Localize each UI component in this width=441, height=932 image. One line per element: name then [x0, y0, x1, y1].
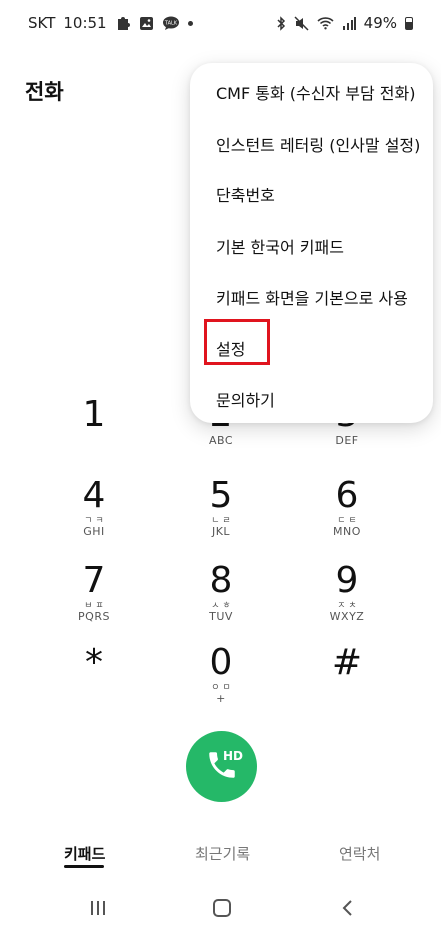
back-icon[interactable] — [338, 898, 358, 924]
puzzle-icon — [115, 15, 131, 31]
key-letters: MNO — [333, 525, 361, 538]
tab-recent[interactable]: 최근기록 — [195, 843, 250, 864]
status-left: SKT 10:51 TALK — [28, 14, 193, 32]
home-icon[interactable] — [212, 898, 232, 924]
nav-bar — [0, 890, 441, 932]
dial-key-7[interactable]: 7 ㅂ ㅍ PQRS — [34, 561, 154, 641]
recent-apps-icon[interactable] — [88, 898, 108, 924]
dial-key-4[interactable]: 4 ㄱ ㅋ GHI — [34, 476, 154, 556]
battery-icon — [405, 16, 413, 30]
bottom-tabs: 키패드 최근기록 연락처 — [0, 835, 441, 875]
dial-key-6[interactable]: 6 ㄷ ㅌ MNO — [287, 476, 407, 556]
dial-key-hash[interactable]: # — [287, 643, 407, 723]
talk-icon: TALK — [162, 16, 180, 31]
dial-key-9[interactable]: 9 ㅈ ㅊ WXYZ — [287, 561, 407, 641]
bluetooth-icon — [276, 15, 286, 31]
key-digit: 5 — [209, 475, 233, 516]
key-letters: + — [216, 692, 226, 705]
signal-icon — [342, 16, 356, 30]
menu-item-instant-lettering[interactable]: 인스턴트 레터링 (인사말 설정) — [216, 132, 420, 156]
battery-label: 49% — [363, 14, 397, 32]
key-digit: 1 — [82, 394, 106, 435]
menu-item-speed-dial[interactable]: 단축번호 — [216, 182, 275, 206]
page-title: 전화 — [25, 80, 64, 104]
wifi-icon — [317, 16, 334, 30]
key-digit: * — [85, 642, 103, 683]
tab-contacts[interactable]: 연락처 — [339, 843, 380, 864]
menu-item-default-korean-keypad[interactable]: 기본 한국어 키패드 — [216, 234, 344, 258]
key-digit: 8 — [209, 560, 233, 601]
status-right: 49% — [276, 14, 413, 32]
mute-icon — [294, 15, 309, 31]
status-bar: SKT 10:51 TALK 49% — [0, 0, 441, 46]
dot-icon — [187, 20, 193, 26]
carrier-label: SKT — [28, 14, 56, 32]
dial-key-star[interactable]: * — [34, 643, 154, 723]
dial-key-5[interactable]: 5 ㄴ ㄹ JKL — [161, 476, 281, 556]
menu-item-keypad-default-screen[interactable]: 키패드 화면을 기본으로 사용 — [216, 285, 408, 309]
key-letters: TUV — [209, 610, 233, 623]
talk-badge-text: TALK — [164, 20, 178, 26]
key-letters: PQRS — [78, 610, 110, 623]
gallery-icon — [139, 16, 154, 31]
key-digit: 4 — [82, 475, 106, 516]
time-label: 10:51 — [63, 14, 107, 32]
key-digit: 6 — [335, 475, 359, 516]
menu-item-contact-us[interactable]: 문의하기 — [216, 387, 275, 411]
overflow-menu: CMF 통화 (수신자 부담 전화) 인스턴트 레터링 (인사말 설정) 단축번… — [190, 63, 433, 423]
menu-item-cmf-call[interactable]: CMF 통화 (수신자 부담 전화) — [216, 80, 416, 104]
dial-key-1[interactable]: 1 — [34, 395, 154, 475]
key-letters: ABC — [208, 434, 234, 447]
key-letters: GHI — [83, 525, 105, 538]
key-letters: WXYZ — [329, 610, 365, 623]
tab-keypad[interactable]: 키패드 — [64, 843, 105, 864]
call-button[interactable]: HD — [186, 731, 257, 802]
key-digit: 0 — [209, 642, 233, 683]
dial-key-8[interactable]: 8 ㅅ ㅎ TUV — [161, 561, 281, 641]
key-digit: 9 — [335, 560, 359, 601]
settings-highlight-box — [204, 319, 270, 365]
key-digit: # — [331, 642, 363, 683]
key-digit: 7 — [82, 560, 106, 601]
dial-key-0[interactable]: 0 ㅇ ㅁ + — [161, 643, 281, 723]
key-letters: JKL — [211, 525, 231, 538]
hd-label: HD — [222, 749, 243, 763]
key-letters: DEF — [335, 434, 359, 447]
tab-indicator — [64, 865, 104, 868]
